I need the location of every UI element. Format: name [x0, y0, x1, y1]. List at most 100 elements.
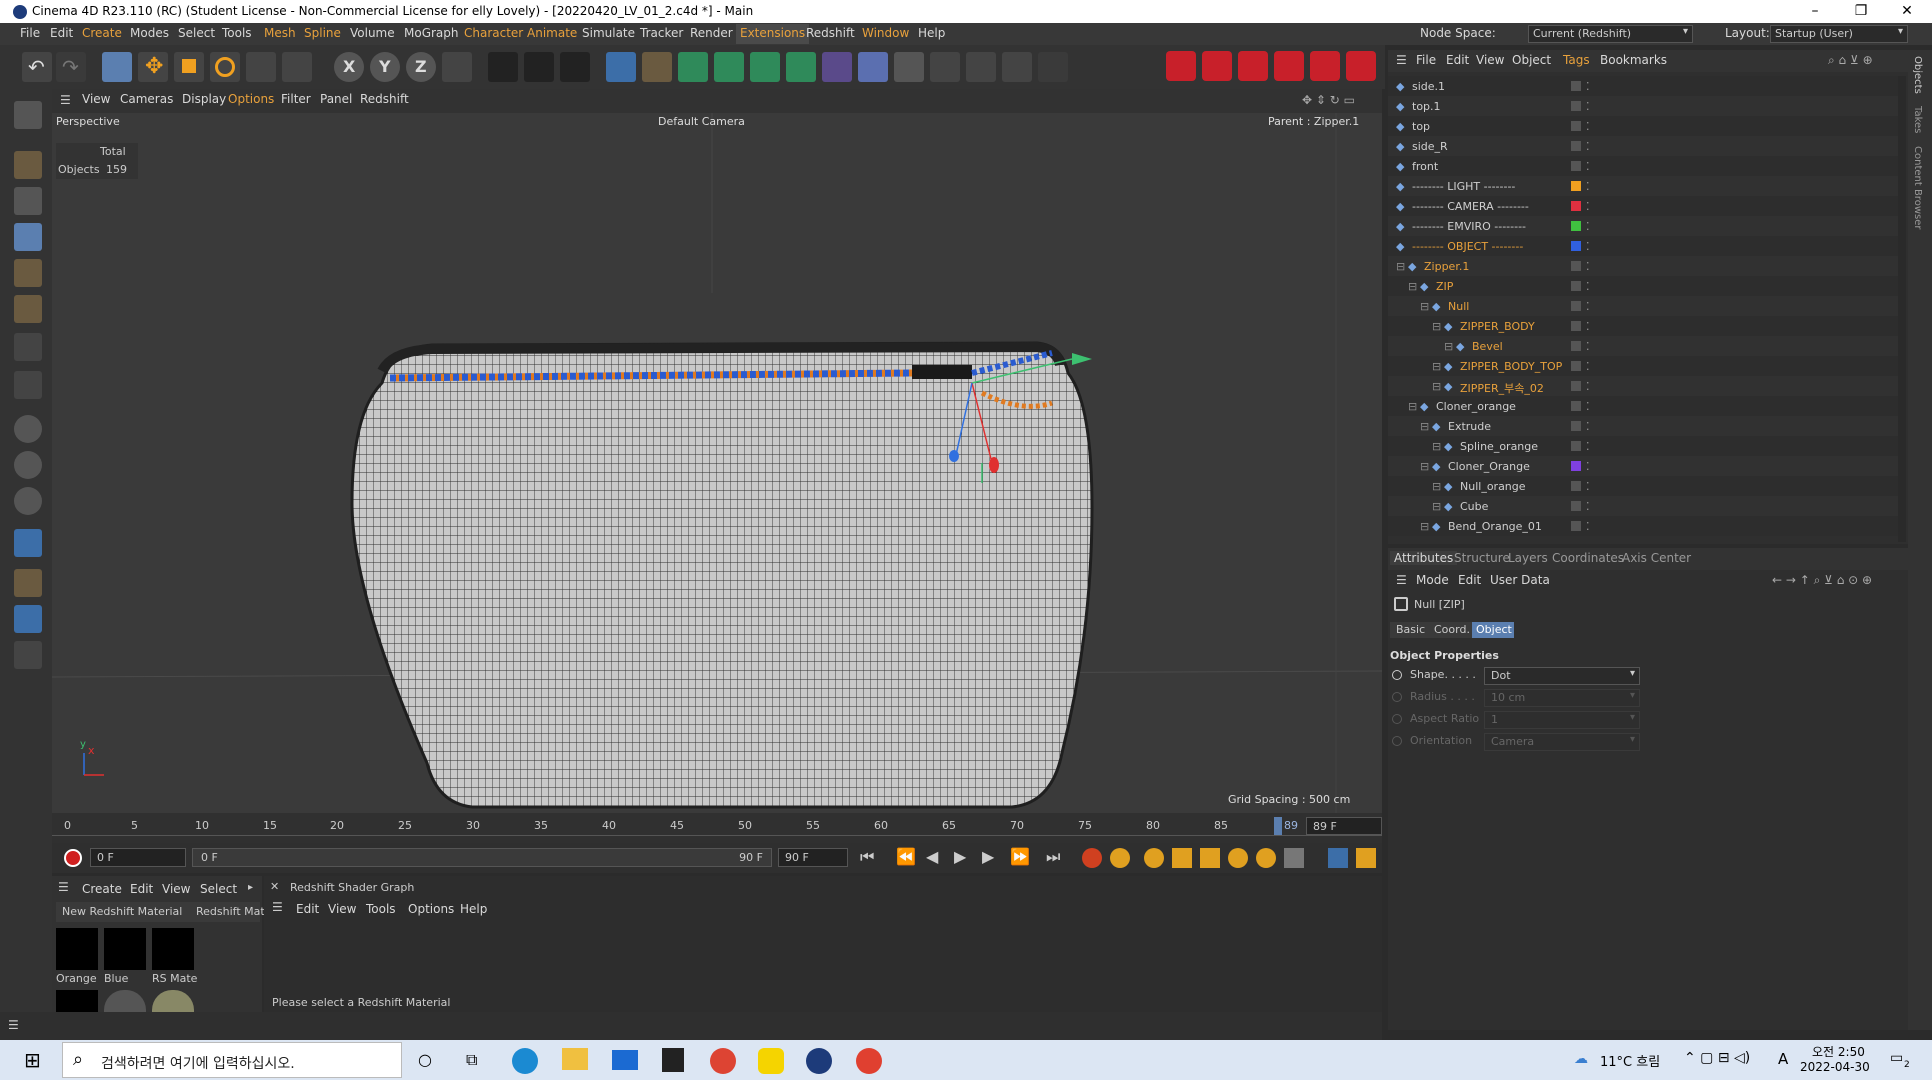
viewport-menu-cameras[interactable]: Cameras: [120, 92, 173, 106]
object-row[interactable]: ⊟ ◆ Null ⁚: [1388, 296, 1898, 316]
scale-icon[interactable]: [174, 52, 204, 82]
material-menu-create[interactable]: Create: [82, 882, 122, 896]
layer-color-swatch[interactable]: [1571, 421, 1581, 431]
light-icon[interactable]: [966, 52, 996, 82]
side-tab-content-browser[interactable]: Content Browser: [1912, 146, 1923, 229]
live-selection-icon[interactable]: [102, 52, 132, 82]
menu-tracker[interactable]: Tracker: [640, 26, 683, 40]
make-editable-icon[interactable]: [14, 101, 42, 129]
visibility-dots-icon[interactable]: ⁚: [1586, 320, 1590, 333]
viewport-menu-redshift[interactable]: Redshift: [360, 92, 409, 106]
kakaotalk-icon[interactable]: [758, 1048, 784, 1074]
visibility-dots-icon[interactable]: ⁚: [1586, 400, 1590, 413]
om-menu-tags[interactable]: Tags: [1563, 53, 1590, 67]
visibility-dots-icon[interactable]: ⁚: [1586, 140, 1590, 153]
range-slider[interactable]: 0 F 90 F: [192, 848, 772, 867]
shader-menu-help[interactable]: Help: [460, 902, 487, 916]
clock-time[interactable]: 오전 2:50: [1812, 1043, 1865, 1060]
expand-toggle-icon[interactable]: ⊟: [1420, 420, 1429, 433]
object-row[interactable]: ⊟ ◆ Extrude ⁚: [1388, 416, 1898, 436]
playhead[interactable]: [1274, 817, 1282, 835]
layer-color-swatch[interactable]: [1571, 141, 1581, 151]
om-menu-file[interactable]: File: [1416, 53, 1436, 67]
object-row[interactable]: ⊟ ◆ Bevel ⁚: [1388, 336, 1898, 356]
object-row[interactable]: ◆ top.1 ⁚: [1388, 96, 1898, 116]
layer-color-swatch[interactable]: [1571, 481, 1581, 491]
visibility-dots-icon[interactable]: ⁚: [1586, 120, 1590, 133]
attr-menu-user-data[interactable]: User Data: [1490, 573, 1550, 587]
weather-icon[interactable]: ☁: [1574, 1051, 1588, 1067]
menu-modes[interactable]: Modes: [130, 26, 169, 40]
material-menu-view[interactable]: View: [162, 882, 190, 896]
coordinate-system-icon[interactable]: [442, 52, 472, 82]
windows-start-icon[interactable]: ⊞: [24, 1048, 41, 1072]
motion-clip-icon[interactable]: [1356, 848, 1376, 868]
maximize-button[interactable]: ❐: [1838, 1, 1884, 23]
app-taskbar-icon[interactable]: [856, 1048, 882, 1074]
shader-menu-view[interactable]: View: [328, 902, 356, 916]
object-row[interactable]: ⊟ ◆ Cloner_orange ⁚: [1388, 396, 1898, 416]
tab-layers[interactable]: Layers: [1508, 551, 1548, 565]
field-icon[interactable]: [858, 52, 888, 82]
timeline-ruler[interactable]: 0 5 10 15 20 25 30 35 40 45 50 55 60 65 …: [52, 813, 1382, 843]
visibility-dots-icon[interactable]: ⁚: [1586, 100, 1590, 113]
z-axis-lock-icon[interactable]: Z: [406, 52, 436, 82]
current-frame-field[interactable]: 0 F: [90, 848, 186, 867]
max-frame-field[interactable]: 90 F: [778, 848, 848, 867]
menu-file[interactable]: File: [20, 26, 40, 40]
expand-toggle-icon[interactable]: ⊟: [1408, 280, 1417, 293]
go-to-start-icon[interactable]: ⏮: [860, 847, 874, 867]
edge-icon[interactable]: [512, 1048, 538, 1074]
visibility-dots-icon[interactable]: ⁚: [1586, 80, 1590, 93]
menu-create[interactable]: Create: [82, 26, 122, 40]
subtab-coord[interactable]: Coord.: [1430, 622, 1472, 638]
redshift-settings-icon[interactable]: [1346, 51, 1376, 81]
visibility-dots-icon[interactable]: ⁚: [1586, 480, 1590, 493]
animate-radio-icon[interactable]: [1392, 714, 1402, 724]
object-row[interactable]: ⊟ ◆ Cloner_Orange ⁚: [1388, 456, 1898, 476]
floor-icon[interactable]: [894, 52, 924, 82]
hamburger-icon[interactable]: ☰: [58, 880, 69, 894]
viewport-menu-options[interactable]: Options: [228, 92, 274, 106]
menu-volume[interactable]: Volume: [350, 26, 395, 40]
material-menu-select[interactable]: Select: [200, 882, 237, 896]
layer-color-swatch[interactable]: [1571, 461, 1581, 471]
om-menu-edit[interactable]: Edit: [1446, 53, 1469, 67]
close-button[interactable]: ✕: [1884, 1, 1930, 23]
key-position-icon[interactable]: [1144, 848, 1164, 868]
close-icon[interactable]: ✕: [270, 880, 279, 893]
layer-color-swatch[interactable]: [1571, 81, 1581, 91]
render-picture-viewer-icon[interactable]: [524, 52, 554, 82]
menu-mograph[interactable]: MoGraph: [404, 26, 459, 40]
menu-simulate[interactable]: Simulate: [582, 26, 635, 40]
object-row[interactable]: ⊟ ◆ ZIP ⁚: [1388, 276, 1898, 296]
locked-workplane-icon[interactable]: [14, 529, 42, 557]
animate-radio-icon[interactable]: [1392, 670, 1402, 680]
menu-select[interactable]: Select: [178, 26, 215, 40]
layer-color-swatch[interactable]: [1571, 121, 1581, 131]
grid-icon[interactable]: [14, 569, 42, 597]
deformer-icon[interactable]: [822, 52, 852, 82]
notification-icon[interactable]: ▭: [1890, 1050, 1903, 1066]
expand-toggle-icon[interactable]: ⊟: [1432, 320, 1441, 333]
material-swatch-6[interactable]: [152, 990, 194, 1012]
cinema4d-taskbar-icon[interactable]: [806, 1048, 832, 1074]
visibility-dots-icon[interactable]: ⁚: [1586, 520, 1590, 533]
attribute-value-field[interactable]: 1 ▾: [1484, 711, 1640, 729]
tab-coordinates[interactable]: Coordinates: [1552, 551, 1624, 565]
render-settings-icon[interactable]: [560, 52, 590, 82]
cloner-icon[interactable]: [750, 52, 780, 82]
search-icon[interactable]: ⌕ ⌂ ⊻ ⊕: [1828, 53, 1873, 68]
paint-icon[interactable]: [14, 641, 42, 669]
menu-spline[interactable]: Spline: [304, 26, 341, 40]
tab-new-redshift-material[interactable]: New Redshift Material: [62, 905, 182, 918]
workplane-icon[interactable]: [14, 487, 42, 515]
next-frame-icon[interactable]: ▶: [982, 847, 994, 866]
side-tab-takes[interactable]: Takes: [1912, 106, 1923, 133]
object-row[interactable]: ◆ front ⁚: [1388, 156, 1898, 176]
redshift-light-icon[interactable]: [1238, 51, 1268, 81]
layout-dropdown[interactable]: Startup (User) ▾: [1770, 25, 1908, 43]
play-icon[interactable]: ▶: [954, 847, 966, 866]
layer-color-swatch[interactable]: [1571, 501, 1581, 511]
end-frame-field[interactable]: 89 F: [1306, 817, 1382, 835]
